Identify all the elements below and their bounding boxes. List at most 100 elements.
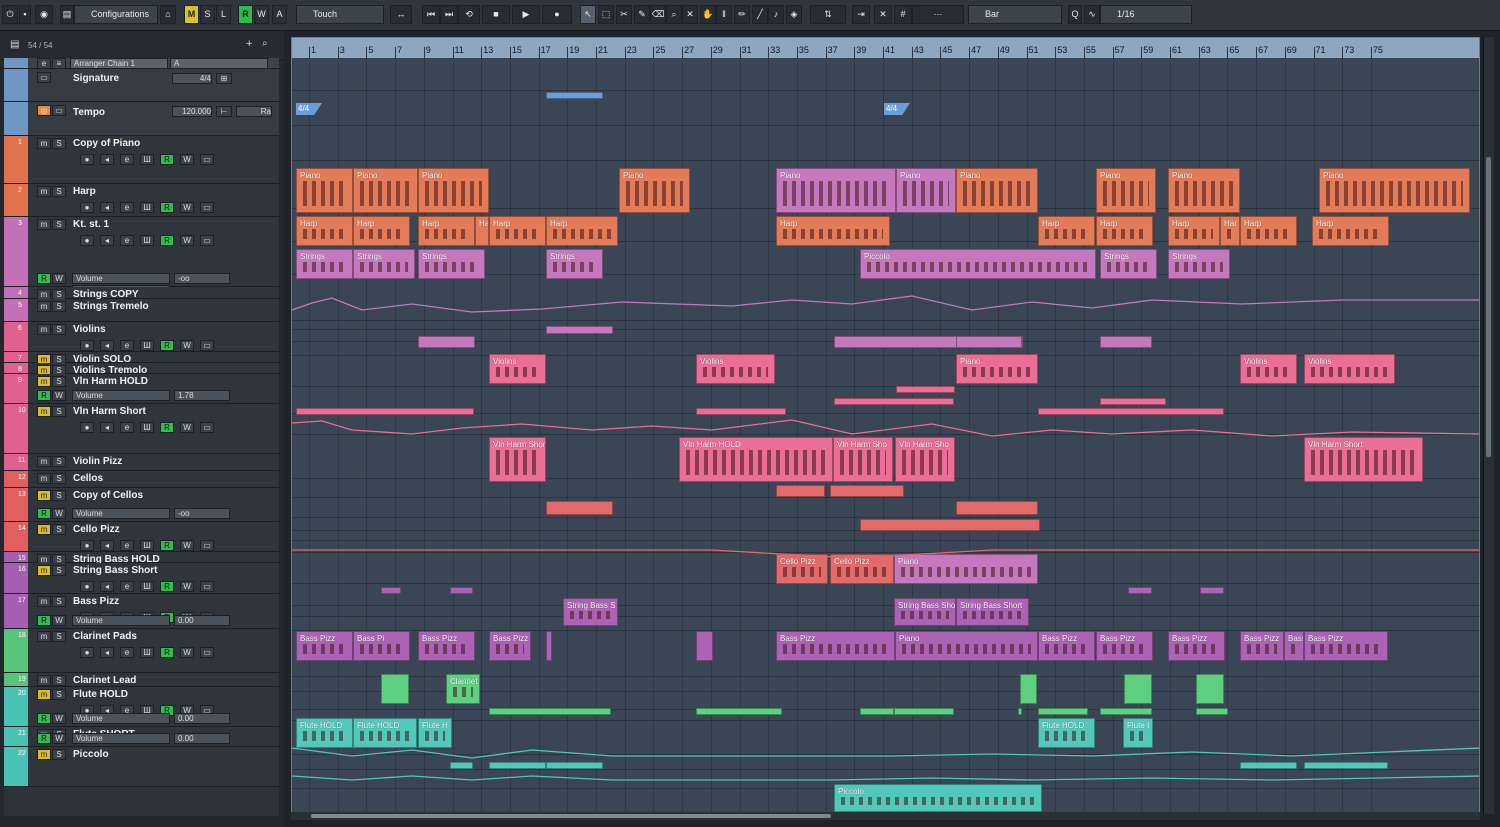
snap-mode-icon[interactable]: ⇥	[852, 5, 870, 24]
mute-button[interactable]: m	[37, 749, 51, 760]
read-button[interactable]: R	[160, 202, 174, 213]
mute-button[interactable]: m	[37, 524, 51, 535]
solo-button[interactable]: S	[52, 138, 66, 149]
automation-parameter-dropdown[interactable]: Volume	[72, 273, 170, 284]
track-row[interactable]: 17mSBass Pizz●◂eШRW▭RWVolume0.00	[4, 594, 279, 629]
track-row[interactable]: 12 m S Cellos	[4, 471, 279, 488]
arranger-edit-button[interactable]: ≡	[52, 58, 66, 69]
iterative-quantize-icon[interactable]: ∿	[1084, 5, 1100, 24]
track-name[interactable]: Copy of Cellos	[73, 490, 143, 501]
arranger-chain-dropdown[interactable]: Arranger Chain 1	[70, 58, 168, 69]
automation-parameter-dropdown[interactable]: Volume	[72, 508, 170, 519]
write-button[interactable]: W	[180, 235, 194, 246]
snap-to-zero-icon[interactable]: ✕	[874, 5, 892, 24]
track-row[interactable]: 20 m S Flute HOLD ● ◂ e Ш R W ▭ R W Volume 0.00	[4, 687, 279, 727]
monitor-button[interactable]: ◂	[100, 202, 114, 213]
mute-button[interactable]: m	[37, 324, 51, 335]
solo-button[interactable]: S	[52, 456, 66, 467]
tempo-activate-button[interactable]: ◎	[37, 105, 51, 116]
mute-button[interactable]: m	[37, 473, 51, 484]
track-name[interactable]: Harp	[73, 186, 96, 197]
track-name[interactable]: Cellos	[73, 473, 103, 484]
arranger-event-dropdown[interactable]: A	[170, 58, 268, 69]
tempo-lock-icon[interactable]: ▭	[52, 105, 66, 116]
folder-button[interactable]: ▭	[200, 422, 214, 433]
edit-instrument-button[interactable]: e	[120, 340, 134, 351]
settings-icon[interactable]: ◉	[35, 5, 53, 24]
record-enable-button[interactable]: ●	[80, 540, 94, 551]
edit-instrument-button[interactable]: e	[120, 235, 134, 246]
nudge-palette-icon[interactable]: ⇅	[810, 5, 846, 24]
monitor-button[interactable]: ◂	[100, 581, 114, 592]
automation-write-button[interactable]: W	[52, 508, 66, 519]
configurations-dropdown[interactable]: Configurations	[74, 5, 158, 24]
solo-button[interactable]: S	[52, 631, 66, 642]
mute-button[interactable]: m	[37, 596, 51, 607]
automation-write-button[interactable]: W	[52, 713, 66, 724]
tempo-track[interactable]: ◎ ▭ Tempo 120.000 ⊢ Ra	[4, 102, 279, 136]
mute-button[interactable]: m	[37, 301, 51, 312]
solo-button[interactable]: S	[52, 324, 66, 335]
erase-tool-icon[interactable]: ⌫	[650, 5, 666, 24]
automation-curve[interactable]	[292, 419, 1480, 437]
channel-settings-button[interactable]: Ш	[140, 340, 154, 351]
play-tool-icon[interactable]: ♪	[768, 5, 784, 24]
solo-toggle-button[interactable]: S	[200, 5, 215, 24]
horizontal-scrollbar[interactable]	[291, 812, 1480, 820]
event-display[interactable]: 1 3 5 7 9 11 13 15 17 19 21 23 25 27 29 31 33 35 37 39 41 43 4…	[291, 37, 1480, 814]
signature-edit-icon[interactable]: ⊞	[216, 73, 232, 84]
channel-settings-button[interactable]: Ш	[140, 422, 154, 433]
monitor-button[interactable]: ◂	[100, 340, 114, 351]
write-automation-button[interactable]: W	[254, 5, 269, 24]
write-button[interactable]: W	[180, 422, 194, 433]
write-button[interactable]: W	[180, 154, 194, 165]
track-row[interactable]: 14 m S Cello Pizz ● ◂ e Ш R W ▭	[4, 522, 279, 552]
mute-button[interactable]: m	[37, 631, 51, 642]
track-list-icon[interactable]: ▤	[10, 39, 19, 50]
record-button[interactable]: ●	[542, 5, 572, 24]
track-name[interactable]: Flute HOLD	[73, 689, 128, 700]
grid-type-icon[interactable]: ⋯	[912, 5, 964, 24]
read-button[interactable]: R	[160, 422, 174, 433]
listen-toggle-button[interactable]: L	[216, 5, 231, 24]
monitor-button[interactable]: ◂	[100, 540, 114, 551]
channel-settings-button[interactable]: Ш	[140, 154, 154, 165]
track-name[interactable]: Cello Pizz	[73, 524, 120, 535]
read-automation-button[interactable]: R	[238, 5, 253, 24]
automation-read-button[interactable]: R	[37, 615, 51, 626]
monitor-toggle-button[interactable]: M	[184, 5, 199, 24]
write-button[interactable]: W	[180, 340, 194, 351]
solo-button[interactable]: S	[52, 596, 66, 607]
mute-button[interactable]: m	[37, 675, 51, 686]
edit-instrument-button[interactable]: e	[120, 647, 134, 658]
track-name[interactable]: Bass Pizz	[73, 596, 119, 607]
automation-value[interactable]: 0.00	[174, 615, 230, 626]
write-button[interactable]: W	[180, 647, 194, 658]
track-row[interactable]: 8 m S Violins Tremolo	[4, 363, 279, 376]
track-row[interactable]: 18 m S Clarinet Pads ● ◂ e Ш R W ▭	[4, 629, 279, 673]
automation-parameter-dropdown[interactable]: Volume	[72, 733, 170, 744]
window-layout-icon[interactable]: ▤	[60, 5, 74, 24]
track-name[interactable]: Clarinet Lead	[73, 675, 136, 686]
cycle-icon[interactable]: ⟲	[458, 5, 480, 24]
color-tool-icon[interactable]: ◈	[786, 5, 802, 24]
mute-button[interactable]: m	[37, 456, 51, 467]
monitor-button[interactable]: ◂	[100, 422, 114, 433]
folder-button[interactable]: ▭	[200, 154, 214, 165]
channel-settings-button[interactable]: Ш	[140, 540, 154, 551]
automation-write-button[interactable]: W	[52, 273, 66, 284]
mute-button[interactable]: m	[37, 565, 51, 576]
track-row[interactable]: 3 m S Kt. st. 1 ● ◂ e Ш R W ▭ R W Volume -oo	[4, 217, 279, 289]
record-enable-button[interactable]: ●	[80, 202, 94, 213]
mute-button[interactable]: m	[37, 490, 51, 501]
write-button[interactable]: W	[180, 202, 194, 213]
track-name[interactable]: Violins	[73, 324, 106, 335]
read-button[interactable]: R	[160, 540, 174, 551]
search-tracks-icon[interactable]: ⌕	[262, 38, 268, 49]
add-track-icon[interactable]: +	[246, 38, 252, 50]
track-row[interactable]: 7 m S Violin SOLO	[4, 352, 279, 365]
folder-button[interactable]: ▭	[200, 340, 214, 351]
solo-button[interactable]: S	[52, 473, 66, 484]
track-name[interactable]: Copy of Piano	[73, 138, 140, 149]
track-name[interactable]: String Bass Short	[73, 565, 157, 576]
